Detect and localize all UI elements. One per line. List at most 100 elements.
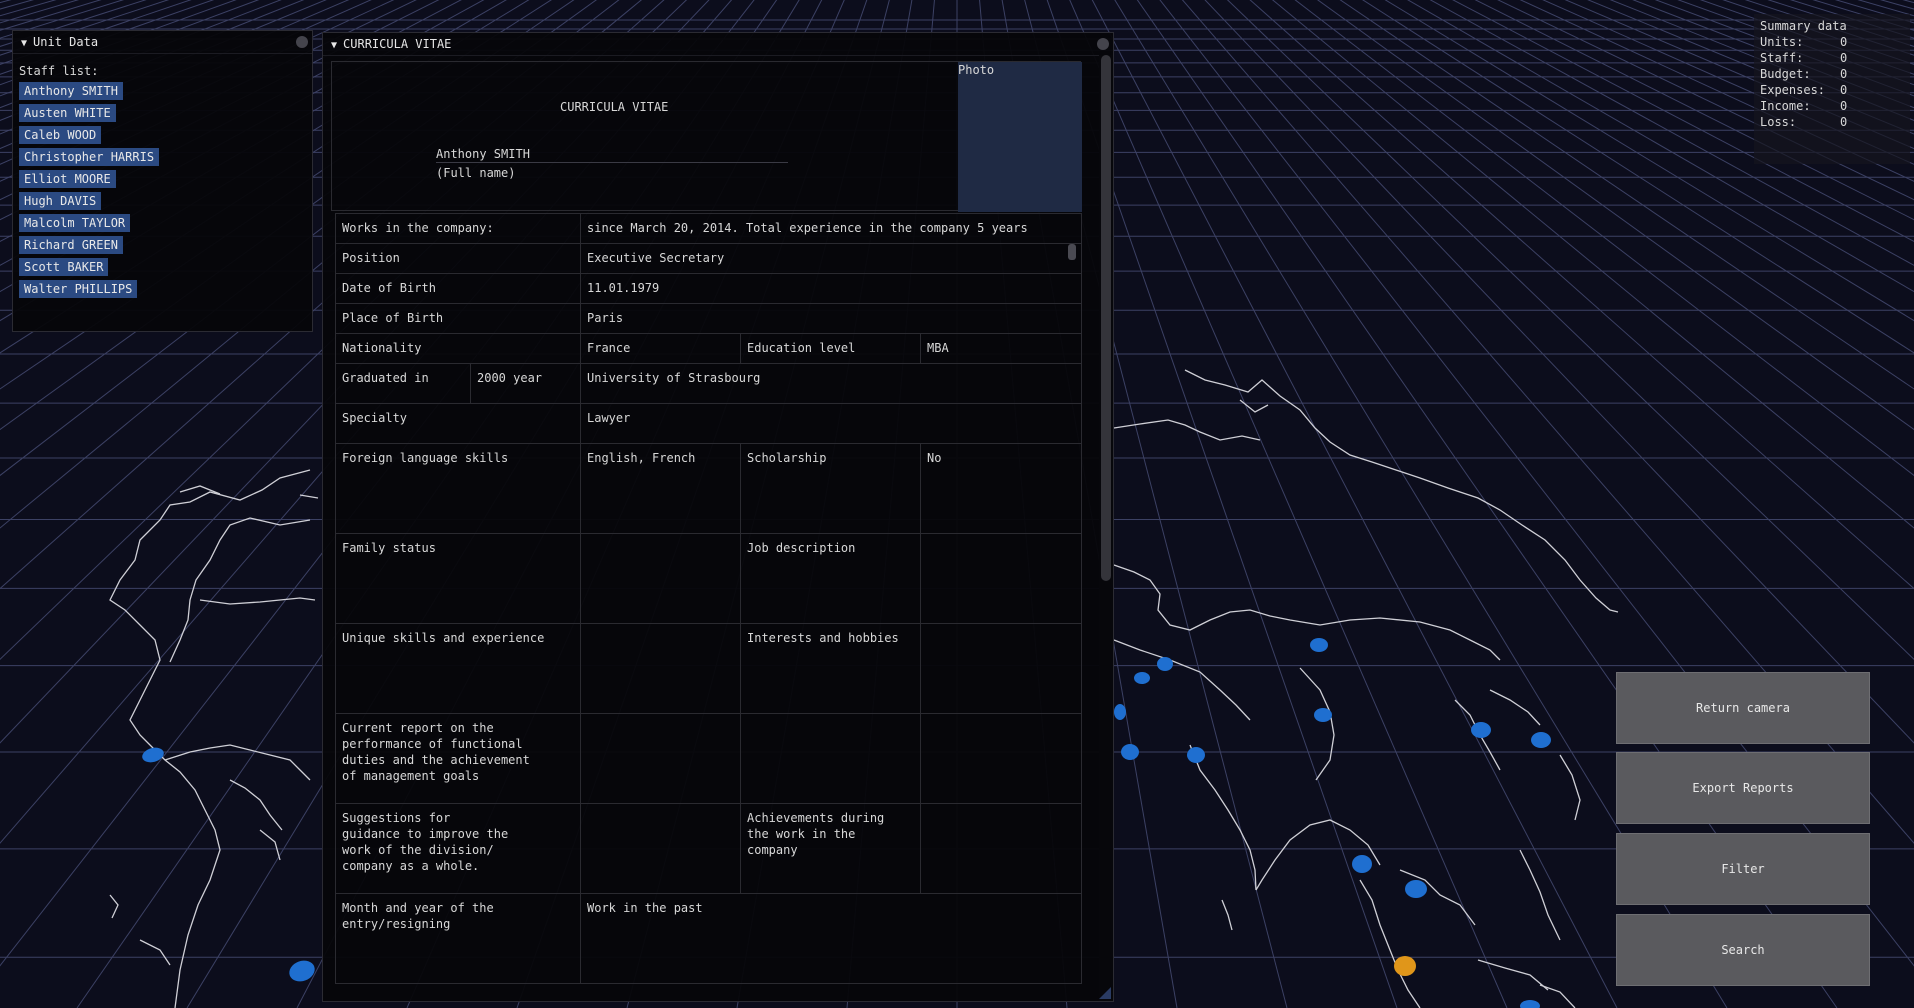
cv-value <box>920 533 1082 624</box>
photo-label: Photo <box>958 63 995 77</box>
map-marker <box>1531 732 1551 748</box>
cv-value: Paris <box>580 303 1082 334</box>
cv-value: 11.01.1979 <box>580 273 1082 304</box>
cv-value: 2000 year <box>470 363 581 404</box>
summary-label: Budget: <box>1760 67 1811 81</box>
summary-row: Staff: 0 <box>1760 50 1904 66</box>
summary-label: Units: <box>1760 35 1804 49</box>
cv-label: Works in the company: <box>335 213 581 244</box>
cv-value: MBA <box>920 333 1082 364</box>
cv-value: Lawyer <box>580 403 1082 444</box>
table-row: Graduated in 2000 year University of Str… <box>335 363 1082 404</box>
map-marker <box>1520 1000 1540 1008</box>
table-row: Family status Job description <box>335 533 1082 624</box>
search-button[interactable]: Search <box>1616 914 1870 986</box>
cv-label: Date of Birth <box>335 273 581 304</box>
inner-scrollbar-thumb[interactable] <box>1068 244 1076 260</box>
map-marker <box>1134 672 1150 684</box>
cv-value <box>580 533 741 624</box>
summary-row: Income: 0 <box>1760 98 1904 114</box>
cv-title-bar[interactable]: ▼ CURRICULA VITAE <box>323 33 1113 56</box>
map-marker <box>1187 747 1205 763</box>
staff-item[interactable]: Malcolm TAYLOR <box>19 214 131 232</box>
cv-label: Achievements during the work in the comp… <box>740 803 921 894</box>
summary-value: 0 <box>1840 35 1848 49</box>
summary-value: 0 <box>1840 99 1848 113</box>
cv-value: Work in the past <box>580 893 1082 984</box>
cv-scrollbar-thumb[interactable] <box>1101 55 1111 581</box>
filter-button[interactable]: Filter <box>1616 833 1870 905</box>
cv-label: Education level <box>740 333 921 364</box>
unit-data-window[interactable]: ▼ Unit Data Staff list: Anthony SMITH Aus… <box>12 30 313 332</box>
cv-label: Family status <box>335 533 581 624</box>
table-row: Month and year of the entry/resigning Wo… <box>335 893 1082 984</box>
summary-label: Staff: <box>1760 51 1804 65</box>
cv-label: Specialty <box>335 403 581 444</box>
resize-grip-icon[interactable] <box>1099 987 1111 999</box>
summary-row: Budget: 0 <box>1760 66 1904 82</box>
cv-label: Scholarship <box>740 443 921 534</box>
staff-item[interactable]: Walter PHILLIPS <box>19 280 138 298</box>
cv-label: Unique skills and experience <box>335 623 581 714</box>
cv-label: Nationality <box>335 333 581 364</box>
curricula-vitae-window[interactable]: ▼ CURRICULA VITAE CURRICULA VITAE Anthony… <box>322 32 1114 1002</box>
staff-item[interactable]: Elliot MOORE <box>19 170 116 188</box>
cv-header: CURRICULA VITAE Anthony SMITH (Full name… <box>331 61 1082 212</box>
staff-item[interactable]: Richard GREEN <box>19 236 123 254</box>
summary-row: Units: 0 <box>1760 34 1904 50</box>
summary-label: Expenses: <box>1760 83 1826 97</box>
map-marker <box>1471 722 1491 738</box>
table-row: Specialty Lawyer <box>335 403 1082 444</box>
staff-item[interactable]: Scott BAKER <box>19 258 109 276</box>
staff-item[interactable]: Christopher HARRIS <box>19 148 160 166</box>
table-row: Place of Birth Paris <box>335 303 1082 334</box>
unit-data-title-bar[interactable]: ▼ Unit Data <box>13 31 312 54</box>
map-outline-americas <box>109 469 319 1008</box>
staff-item[interactable]: Austen WHITE <box>19 104 116 122</box>
cv-value: France <box>580 333 741 364</box>
cv-label: Graduated in <box>335 363 471 404</box>
cv-value: Executive Secretary <box>580 243 1082 274</box>
cv-label: Month and year of the entry/resigning <box>335 893 581 984</box>
cv-value <box>580 623 741 714</box>
cv-window-title: CURRICULA VITAE <box>343 37 452 51</box>
cv-value <box>580 803 741 894</box>
cv-heading: CURRICULA VITAE <box>560 100 669 114</box>
cv-label: Suggestions for guidance to improve the … <box>335 803 581 894</box>
export-reports-button[interactable]: Export Reports <box>1616 752 1870 824</box>
map-outline-eurasia <box>1113 369 1619 1008</box>
cv-label: Place of Birth <box>335 303 581 334</box>
summary-label: Loss: <box>1760 115 1797 129</box>
table-row: Position Executive Secretary <box>335 243 1082 274</box>
staff-item[interactable]: Anthony SMITH <box>19 82 123 100</box>
map-marker <box>1310 638 1328 652</box>
summary-value: 0 <box>1840 51 1848 65</box>
close-icon[interactable] <box>1097 38 1109 50</box>
map-marker-selected <box>1394 956 1416 976</box>
map-marker <box>1352 855 1372 873</box>
cv-label: Foreign language skills <box>335 443 581 534</box>
map-marker <box>142 747 164 763</box>
summary-data-panel: Summary data Units: 0 Staff: 0 Budget: 0 Ex… <box>1754 14 1910 164</box>
cv-value: since March 20, 2014. Total experience i… <box>580 213 1082 244</box>
return-camera-button[interactable]: Return camera <box>1616 672 1870 744</box>
collapse-arrow-icon[interactable]: ▼ <box>331 35 337 57</box>
photo-placeholder <box>958 62 1082 212</box>
cv-value <box>740 713 921 804</box>
cv-value: No <box>920 443 1082 534</box>
table-row: Suggestions for guidance to improve the … <box>335 803 1082 894</box>
cv-label: Interests and hobbies <box>740 623 921 714</box>
cv-label: Current report on the performance of fun… <box>335 713 581 804</box>
close-icon[interactable] <box>296 36 308 48</box>
summary-row: Expenses: 0 <box>1760 82 1904 98</box>
staff-list-label: Staff list: <box>19 64 99 78</box>
map-marker <box>1157 657 1173 671</box>
cv-content: CURRICULA VITAE Anthony SMITH (Full name… <box>331 61 1089 997</box>
summary-label: Income: <box>1760 99 1811 113</box>
name-underline <box>436 162 788 163</box>
collapse-arrow-icon[interactable]: ▼ <box>21 33 27 55</box>
staff-item[interactable]: Hugh DAVIS <box>19 192 102 210</box>
cv-value <box>920 623 1082 714</box>
cv-value: English, French <box>580 443 741 534</box>
staff-item[interactable]: Caleb WOOD <box>19 126 102 144</box>
